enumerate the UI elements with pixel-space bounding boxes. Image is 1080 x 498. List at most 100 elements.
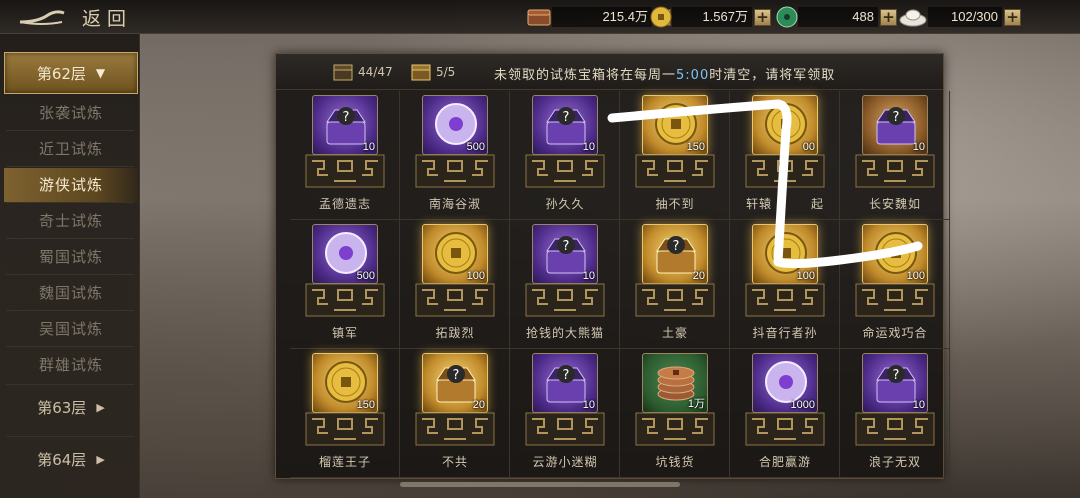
reward-quantity: 00 [802, 141, 815, 153]
pedestal-icon [525, 412, 605, 446]
divider [6, 346, 134, 347]
back-label: 返回 [82, 7, 133, 30]
reset-notice: 未领取的试炼宝箱将在每周一5:00时清空，请将军领取 [494, 64, 835, 83]
reward-card: ? 10 [532, 95, 598, 155]
reward-card: ? 10 [862, 353, 928, 413]
pedestal-icon [635, 283, 715, 317]
floor-64-header[interactable]: 第64层 ▶ [4, 438, 138, 480]
reward-cell[interactable]: ? 20 土豪 [620, 220, 730, 349]
player-name: 合肥赢游 [758, 455, 811, 469]
pedestal-icon [855, 283, 935, 317]
reward-cell[interactable]: 150 抽不到 [620, 91, 730, 220]
player-name: 镇军 [331, 326, 358, 340]
notice-time: 5:00 [676, 68, 710, 83]
player-name: 浪子无双 [868, 455, 921, 469]
reward-cell[interactable]: 150 榴莲王子 [290, 349, 400, 478]
svg-text:?: ? [563, 239, 570, 254]
reward-cell[interactable]: ? 10 抢钱的大熊猫 [510, 220, 620, 349]
svg-text:?: ? [563, 110, 570, 125]
svg-text:?: ? [893, 368, 900, 383]
player-name: 拓跋烈 [435, 326, 475, 340]
pedestal-icon [745, 154, 825, 188]
pedestal-icon [855, 412, 935, 446]
divider [6, 384, 134, 385]
svg-text:?: ? [453, 368, 460, 383]
resource-silver: 102/300 + [898, 6, 1021, 28]
pedestal-icon [635, 412, 715, 446]
reward-card: ? 20 [642, 224, 708, 284]
chest-resource-icon [527, 9, 551, 26]
reward-quantity: 20 [692, 270, 705, 282]
reward-cell[interactable]: 100 命运戏巧合 [840, 220, 950, 349]
player-name: 抖音行者孙 [752, 326, 818, 340]
resource-value: 215.4万 [552, 7, 652, 27]
jade-coin-icon [776, 6, 798, 28]
reward-cell[interactable]: 1000 合肥赢游 [730, 349, 840, 478]
back-button[interactable]: 返回 [18, 4, 148, 30]
player-name: 长安魏如 [868, 197, 921, 211]
chevron-right-icon: ▶ [96, 452, 105, 466]
notice-text: 时清空，请将军领取 [709, 68, 836, 83]
player-name: 云游小迷糊 [532, 455, 598, 469]
svg-text:?: ? [343, 110, 350, 125]
add-resource-button[interactable]: + [754, 8, 771, 26]
reward-card: 150 [312, 353, 378, 413]
divider [6, 274, 134, 275]
reward-cell[interactable]: 00 轩辕 起 [730, 91, 840, 220]
floor-62-header[interactable]: 第62层 ▼ [4, 52, 138, 94]
reward-card: 1万 [642, 353, 708, 413]
player-name: 坑钱货 [655, 455, 695, 469]
player-name: 榴莲王子 [318, 455, 371, 469]
sidebar-item-shu[interactable]: 蜀国试炼 [4, 240, 138, 274]
sidebar-item-youxia[interactable]: 游侠试炼 [4, 168, 138, 202]
reward-cell[interactable]: 500 镇军 [290, 220, 400, 349]
sidebar-item-zhangxi[interactable]: 张袭试炼 [4, 96, 138, 130]
floor-63-header[interactable]: 第63层 ▶ [4, 386, 138, 428]
reward-cell[interactable]: ? 10 孟德遗志 [290, 91, 400, 220]
reward-cell[interactable]: ? 10 云游小迷糊 [510, 349, 620, 478]
pedestal-icon [415, 154, 495, 188]
sidebar-item-wei[interactable]: 魏国试炼 [4, 276, 138, 310]
reward-cell[interactable]: ? 10 孙久久 [510, 91, 620, 220]
reward-cell[interactable]: ? 10 浪子无双 [840, 349, 950, 478]
sidebar-item-wu[interactable]: 吴国试炼 [4, 312, 138, 346]
reward-cell[interactable]: 500 南海谷淑 [400, 91, 510, 220]
divider [6, 238, 134, 239]
svg-text:?: ? [563, 368, 570, 383]
pedestal-icon [305, 412, 385, 446]
horizontal-scrollbar[interactable] [400, 482, 680, 487]
gold-coin-icon [650, 6, 672, 28]
resource-value: 1.567万 [672, 7, 752, 27]
svg-text:?: ? [673, 239, 680, 254]
reward-cell[interactable]: ? 20 不共 [400, 349, 510, 478]
pedestal-icon [745, 283, 825, 317]
pedestal-icon [305, 154, 385, 188]
reward-quantity: 10 [582, 270, 595, 282]
sidebar-item-qunxiong[interactable]: 群雄试炼 [4, 348, 138, 382]
reward-quantity: 1万 [687, 398, 705, 410]
sidebar-item-qishi[interactable]: 奇士试炼 [4, 204, 138, 238]
reward-quantity: 500 [356, 270, 375, 282]
reward-quantity: 20 [472, 399, 485, 411]
floor-label: 第64层 [37, 450, 87, 469]
reward-cell[interactable]: 1万坑钱货 [620, 349, 730, 478]
chest-icon [333, 64, 353, 81]
reward-card: ? 20 [422, 353, 488, 413]
reward-cell[interactable]: 100 拓跋烈 [400, 220, 510, 349]
sidebar-item-jinwei[interactable]: 近卫试炼 [4, 132, 138, 166]
sidebar: 第62层 ▼ 张袭试炼 近卫试炼 游侠试炼 奇士试炼 蜀国试炼 魏国试炼 吴国试… [0, 34, 140, 498]
divider [6, 436, 134, 437]
add-resource-button[interactable]: + [880, 8, 897, 26]
gold-chest-counter: 5/5 [410, 62, 455, 82]
reward-card: 500 [422, 95, 488, 155]
back-arrow-icon [19, 10, 65, 25]
add-resource-button[interactable]: + [1004, 8, 1021, 26]
reward-card: ? 10 [532, 224, 598, 284]
reward-card: 150 [642, 95, 708, 155]
resource-jade: 488 + [776, 6, 897, 28]
reward-cell[interactable]: ? 10 长安魏如 [840, 91, 950, 220]
reward-card: 00 [752, 95, 818, 155]
floor-label: 第63层 [37, 398, 87, 417]
pedestal-icon [305, 283, 385, 317]
reward-cell[interactable]: 100 抖音行者孙 [730, 220, 840, 349]
